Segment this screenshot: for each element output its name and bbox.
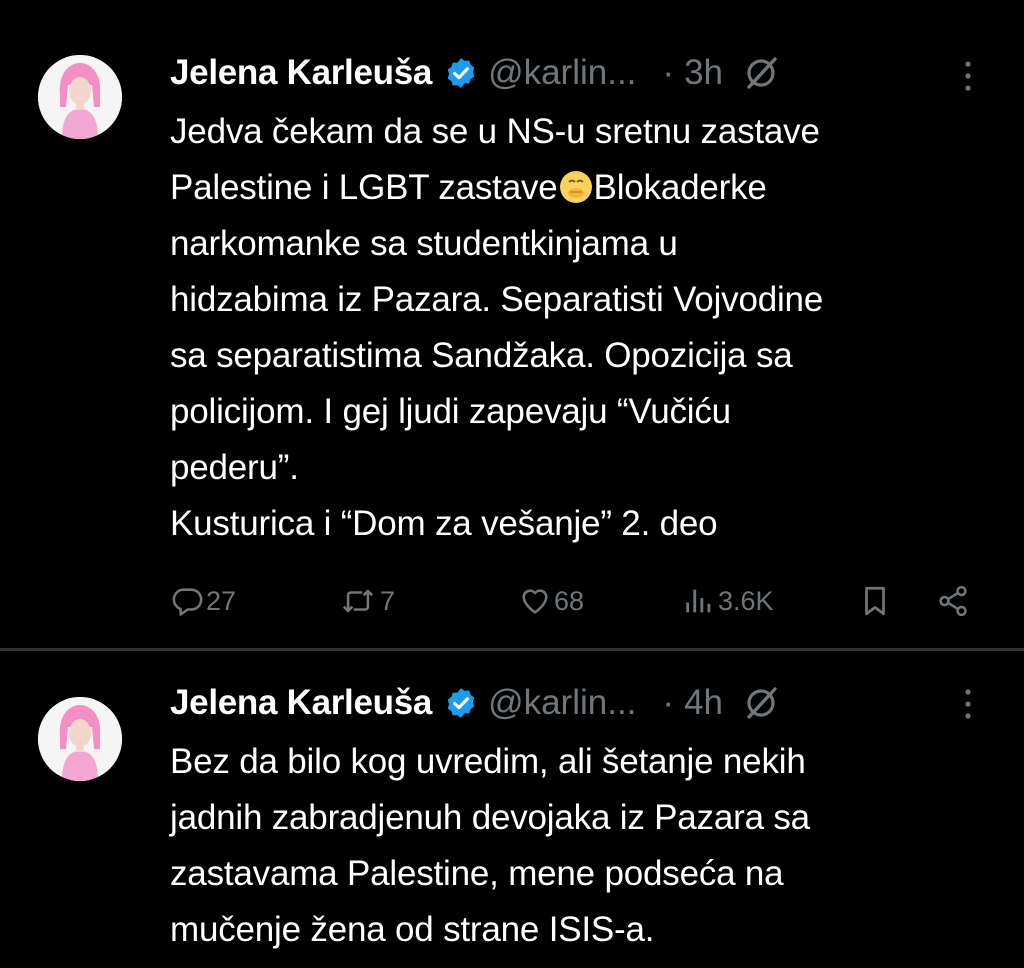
grok-icon[interactable] (741, 683, 781, 723)
tweet[interactable]: Jelena Karleuša @karlin... · 3h Jedva če… (0, 0, 1024, 648)
verified-badge-icon (444, 686, 478, 720)
author-name[interactable]: Jelena Karleuša (170, 683, 432, 723)
tweet-divider (0, 648, 1024, 651)
grok-icon[interactable] (741, 53, 781, 93)
tweet-text: Bez da bilo kog uvredim, ali šetanje nek… (170, 742, 810, 949)
like-count: 68 (554, 585, 585, 616)
share-icon (939, 585, 967, 617)
reply-icon (172, 588, 203, 616)
repost-button[interactable]: 7 (338, 574, 395, 628)
reply-count: 27 (206, 585, 237, 616)
separator-dot: · (662, 53, 675, 92)
tweet-text: Jedva čekam da se u NS-u sretnu zastave … (170, 104, 1000, 552)
views-count: 3.6K (718, 585, 774, 616)
face-with-hand-over-mouth-icon (559, 165, 593, 203)
timeline-feed: Jelena Karleuša @karlin... · 3h Jedva če… (0, 0, 1024, 968)
tweet-header: Jelena Karleuša @karlin... · 4h (170, 678, 781, 728)
reply-button[interactable]: 27 (170, 574, 236, 628)
tweet-text-part: Blokaderke narkomanke sa studentkinjama … (170, 168, 824, 543)
share-button[interactable] (936, 574, 972, 628)
verified-badge-icon (444, 56, 478, 90)
separator-dot: · (662, 683, 675, 722)
more-vertical-icon[interactable] (960, 686, 976, 722)
tweet[interactable]: Jelena Karleuša @karlin... · 4h Bez da b… (0, 652, 1024, 968)
bookmark-icon (865, 586, 885, 616)
author-name[interactable]: Jelena Karleuša (170, 53, 432, 93)
timestamp[interactable]: 3h (684, 53, 723, 93)
timestamp[interactable]: 4h (684, 683, 723, 723)
avatar[interactable] (38, 55, 122, 139)
views-icon (686, 589, 711, 613)
heart-icon (522, 589, 548, 614)
author-handle[interactable]: @karlin... (488, 683, 636, 723)
tweet-actions: 27 7 68 3.6K (170, 574, 990, 628)
author-handle[interactable]: @karlin... (488, 53, 636, 93)
repost-count: 7 (380, 585, 396, 616)
more-vertical-icon[interactable] (960, 58, 976, 94)
views-button[interactable]: 3.6K (682, 574, 774, 628)
avatar[interactable] (38, 697, 122, 781)
bookmark-button[interactable] (858, 574, 894, 628)
like-button[interactable]: 68 (518, 574, 584, 628)
repost-icon (342, 589, 374, 613)
tweet-header: Jelena Karleuša @karlin... · 3h (170, 48, 781, 98)
